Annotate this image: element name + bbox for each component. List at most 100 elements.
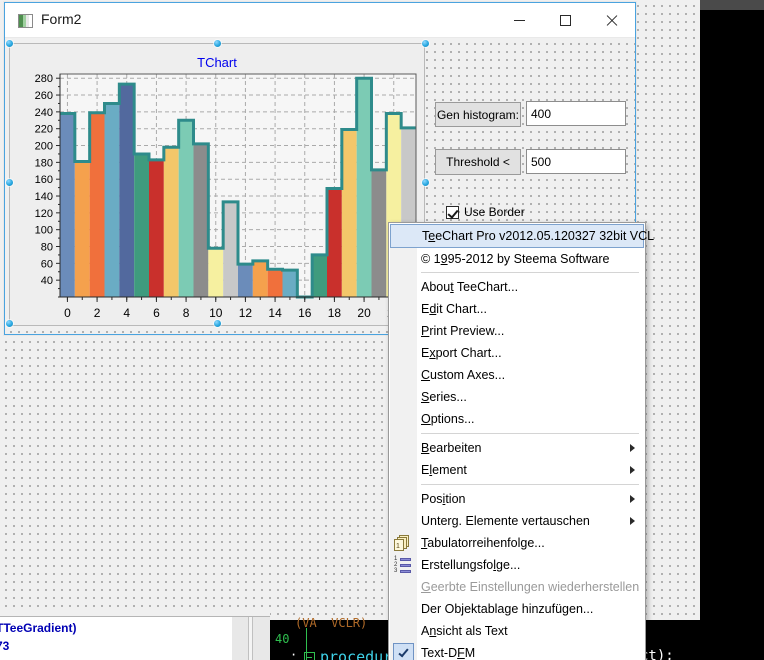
svg-text:220: 220 xyxy=(35,124,53,136)
menu-item-label: Series... xyxy=(421,390,467,404)
svg-text:260: 260 xyxy=(35,90,53,102)
menu-item-export-chart[interactable]: Export Chart... xyxy=(389,342,645,364)
svg-text:160: 160 xyxy=(35,174,53,186)
form-icon xyxy=(18,14,33,28)
menu-item-label: Der Objektablage hinzufügen... xyxy=(421,602,594,616)
menu-item-label: © 1995-2012 by Steema Software xyxy=(421,251,610,266)
pane-splitter[interactable] xyxy=(232,616,270,660)
threshold-input[interactable]: 500 xyxy=(526,149,626,174)
creation-order-icon: 123 xyxy=(394,556,411,574)
menu-item-erstellungsfolge[interactable]: 1 2 3 Erstellungsfolge... xyxy=(389,554,645,576)
svg-text:4: 4 xyxy=(123,306,130,320)
svg-text:280: 280 xyxy=(35,73,53,85)
menu-item-element[interactable]: Element xyxy=(389,459,645,481)
svg-text:12: 12 xyxy=(239,306,253,320)
svg-text:40: 40 xyxy=(41,275,53,287)
menu-item-geerbte-einstellungen-wiederherste: Geerbte Einstellungen wiederherstellen xyxy=(389,576,645,598)
menu-item-label: Print Preview... xyxy=(421,324,505,338)
form2-title: Form2 xyxy=(41,11,82,27)
use-border-label: Use Border xyxy=(464,205,525,219)
submenu-arrow-icon xyxy=(630,517,635,525)
menu-item-label: Bearbeiten xyxy=(421,441,482,455)
svg-text:140: 140 xyxy=(35,191,53,203)
menu-item-label: Edit Chart... xyxy=(421,302,488,316)
menu-item-print-preview[interactable]: Print Preview... xyxy=(389,320,645,342)
menu-item-label: Element xyxy=(421,463,467,477)
menu-item-ansicht-als-text[interactable]: Ansicht als Text xyxy=(389,620,645,642)
svg-text:14: 14 xyxy=(268,306,282,320)
gen-histogram-button[interactable]: Gen histogram: xyxy=(435,102,521,127)
menu-item-label: Geerbte Einstellungen wiederherstellen xyxy=(421,580,640,594)
context-menu-separator xyxy=(421,433,639,434)
code-fold-minus xyxy=(307,657,312,658)
menu-item-label: Text-DFM xyxy=(421,646,476,660)
menu-item-bearbeiten[interactable]: Bearbeiten xyxy=(389,437,645,459)
code-fold-dot: · xyxy=(290,648,298,660)
selection-handle-ml[interactable] xyxy=(6,179,13,186)
submenu-arrow-icon xyxy=(630,495,635,503)
svg-text:0: 0 xyxy=(64,306,71,320)
menu-item-about-teechart[interactable]: About TeeChart... xyxy=(389,276,645,298)
tchart-component[interactable]: TChart 40 60 80 100 120 140 160 180 200 220 240 260… xyxy=(9,43,425,326)
svg-text:80: 80 xyxy=(41,242,53,254)
menu-item-unterg-elemente-vertauschen[interactable]: Unterg. Elemente vertauschen xyxy=(389,510,645,532)
chart-plot-area: 40 60 80 100 120 140 160 180 200 220 240 260 280 0 2 4 6… xyxy=(10,44,426,327)
selection-handle-tr[interactable] xyxy=(422,40,429,47)
menu-item-label: Options... xyxy=(421,412,475,426)
pane-splitter-bar[interactable] xyxy=(248,617,253,660)
menu-check-icon xyxy=(393,643,414,660)
code-fold-box[interactable] xyxy=(304,652,315,660)
gen-histogram-input[interactable]: 400 xyxy=(526,101,626,126)
svg-text:2: 2 xyxy=(94,306,101,320)
threshold-button[interactable]: Threshold < xyxy=(435,149,521,175)
teechart-context-menu[interactable]: TeeChart Pro v2012.05.120327 32bit VCL © … xyxy=(388,222,654,660)
close-button[interactable] xyxy=(588,3,634,37)
menu-item-edit-chart[interactable]: Edit Chart... xyxy=(389,298,645,320)
object-inspector-line-2: 73 xyxy=(0,639,10,653)
tab-order-icon: 1 xyxy=(394,535,411,552)
selection-handle-tl[interactable] xyxy=(6,40,13,47)
object-inspector-pane[interactable]: TTeeGradient) 73 xyxy=(0,616,232,660)
svg-text:200: 200 xyxy=(35,141,53,153)
svg-text:240: 240 xyxy=(35,107,53,119)
context-menu-separator xyxy=(421,484,639,485)
menu-item-1995-2012-by-steema-software[interactable]: © 1995-2012 by Steema Software xyxy=(389,248,645,269)
selection-handle-bc[interactable] xyxy=(214,320,221,327)
menu-item-position[interactable]: Position xyxy=(389,488,645,510)
menu-item-der-objektablage-hinzuf-gen[interactable]: Der Objektablage hinzufügen... xyxy=(389,598,645,620)
menu-item-label: Custom Axes... xyxy=(421,368,506,382)
use-border-checkbox[interactable]: Use Border xyxy=(446,205,525,219)
menu-item-label: Position xyxy=(421,492,466,506)
menu-item-options[interactable]: Options... xyxy=(389,408,645,430)
selection-handle-mr[interactable] xyxy=(422,179,429,186)
object-inspector-line-1: TTeeGradient) xyxy=(0,621,77,635)
checkbox-checked-icon xyxy=(446,205,459,219)
menu-item-label: Erstellungsfolge... xyxy=(421,558,521,572)
svg-text:180: 180 xyxy=(35,157,53,169)
selection-handle-bl[interactable] xyxy=(6,320,13,327)
menu-item-text-dfm[interactable]: Text-DFM xyxy=(389,642,645,660)
code-line-number: 40 xyxy=(275,632,290,646)
svg-text:100: 100 xyxy=(35,225,53,237)
minimize-icon xyxy=(513,19,525,21)
close-icon xyxy=(605,14,618,27)
menu-item-custom-axes[interactable]: Custom Axes... xyxy=(389,364,645,386)
menu-item-label: Ansicht als Text xyxy=(421,624,508,638)
context-menu-separator xyxy=(421,272,639,273)
submenu-arrow-icon xyxy=(630,466,635,474)
submenu-arrow-icon xyxy=(630,444,635,452)
svg-text:16: 16 xyxy=(298,306,312,320)
maximize-icon xyxy=(559,14,571,26)
menu-item-series[interactable]: Series... xyxy=(389,386,645,408)
menu-item-tabulatorreihenfolge[interactable]: 1 Tabulatorreihenfolge... xyxy=(389,532,645,554)
svg-text:10: 10 xyxy=(209,306,223,320)
menu-item-teechart-pro-v2012-05-120327-32bit[interactable]: TeeChart Pro v2012.05.120327 32bit VCL xyxy=(390,224,654,248)
svg-text:18: 18 xyxy=(328,306,342,320)
form2-titlebar[interactable]: Form2 xyxy=(5,3,635,38)
maximize-button[interactable] xyxy=(542,3,588,37)
chart-svg: 40 60 80 100 120 140 160 180 200 220 240 260 280 0 2 4 6… xyxy=(35,73,417,320)
minimize-button[interactable] xyxy=(496,3,542,37)
menu-item-label: TeeChart Pro v2012.05.120327 32bit VCL xyxy=(422,229,655,243)
selection-handle-tc[interactable] xyxy=(214,40,221,47)
svg-text:20: 20 xyxy=(357,306,371,320)
